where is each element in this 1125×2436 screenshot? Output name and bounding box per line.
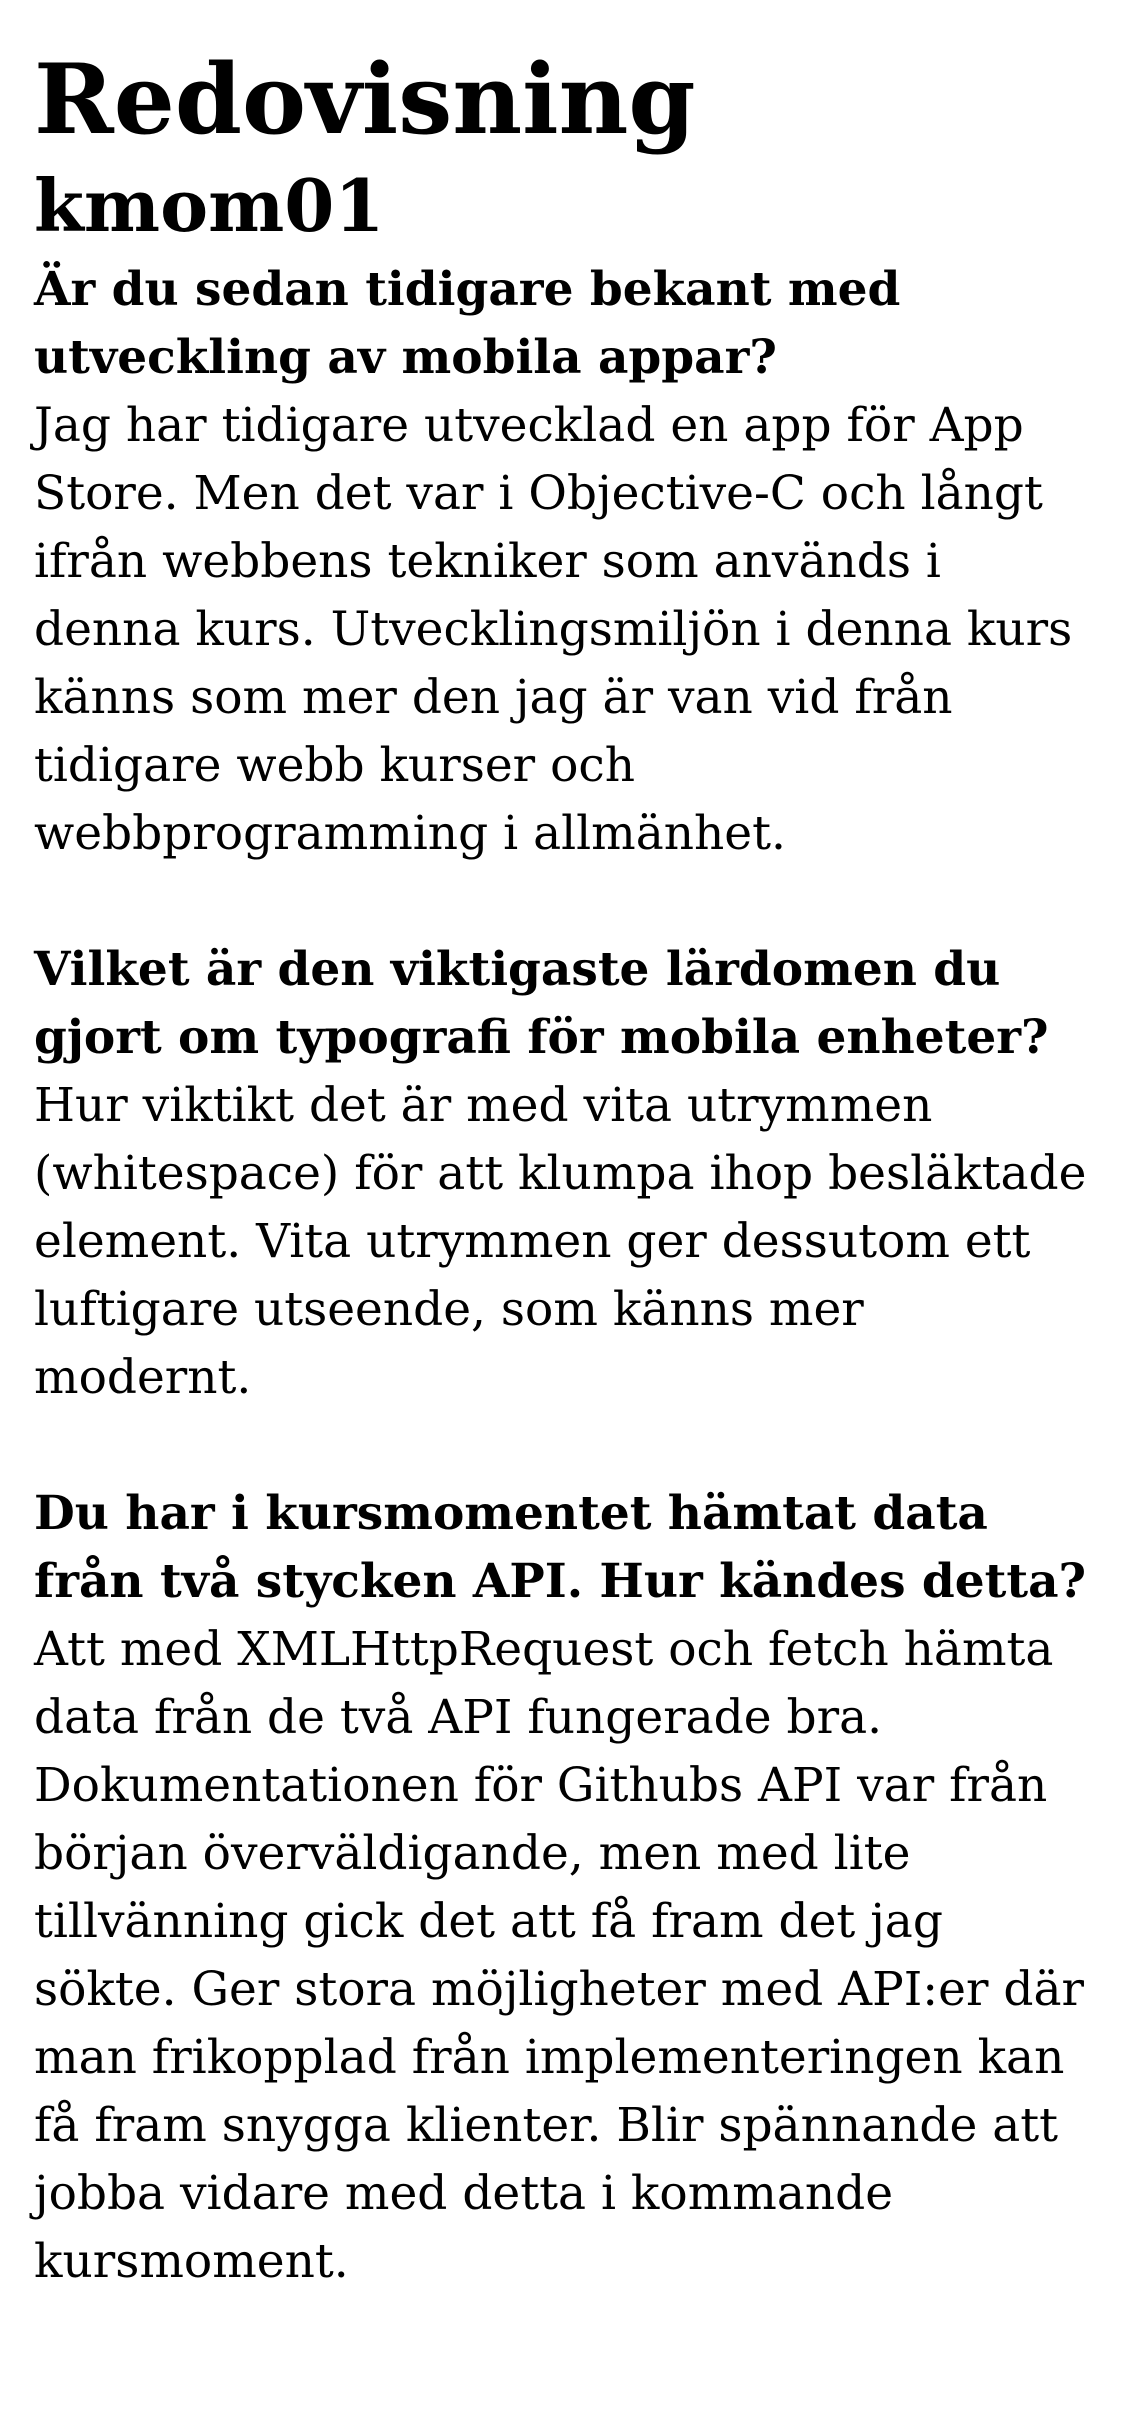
answer-paragraph: Hur viktikt det är med vita utrymmen (wh…	[34, 1078, 1087, 1405]
question-heading: Du har i kursmomentet hämtat data från t…	[34, 1486, 1087, 1609]
qa-section-1: Är du sedan tidigare bekant med utveckli…	[34, 256, 1091, 868]
question-heading: Är du sedan tidigare bekant med utveckli…	[34, 262, 901, 385]
qa-section-2: Vilket är den viktigaste lärdomen du gjo…	[34, 936, 1091, 1412]
page-subtitle: kmom01	[34, 163, 385, 248]
question-heading: Vilket är den viktigaste lärdomen du gjo…	[34, 942, 1049, 1065]
answer-paragraph: Att med XMLHttpRequest och fetch hämta d…	[34, 1622, 1084, 2289]
qa-section-3: Du har i kursmomentet hämtat data från t…	[34, 1480, 1091, 2296]
page-title: Redovisning	[34, 43, 696, 156]
report-page: Redovisning kmom01 Är du sedan tidigare …	[0, 0, 1125, 2296]
answer-paragraph: Jag har tidigare utvecklad en app för Ap…	[34, 398, 1073, 861]
